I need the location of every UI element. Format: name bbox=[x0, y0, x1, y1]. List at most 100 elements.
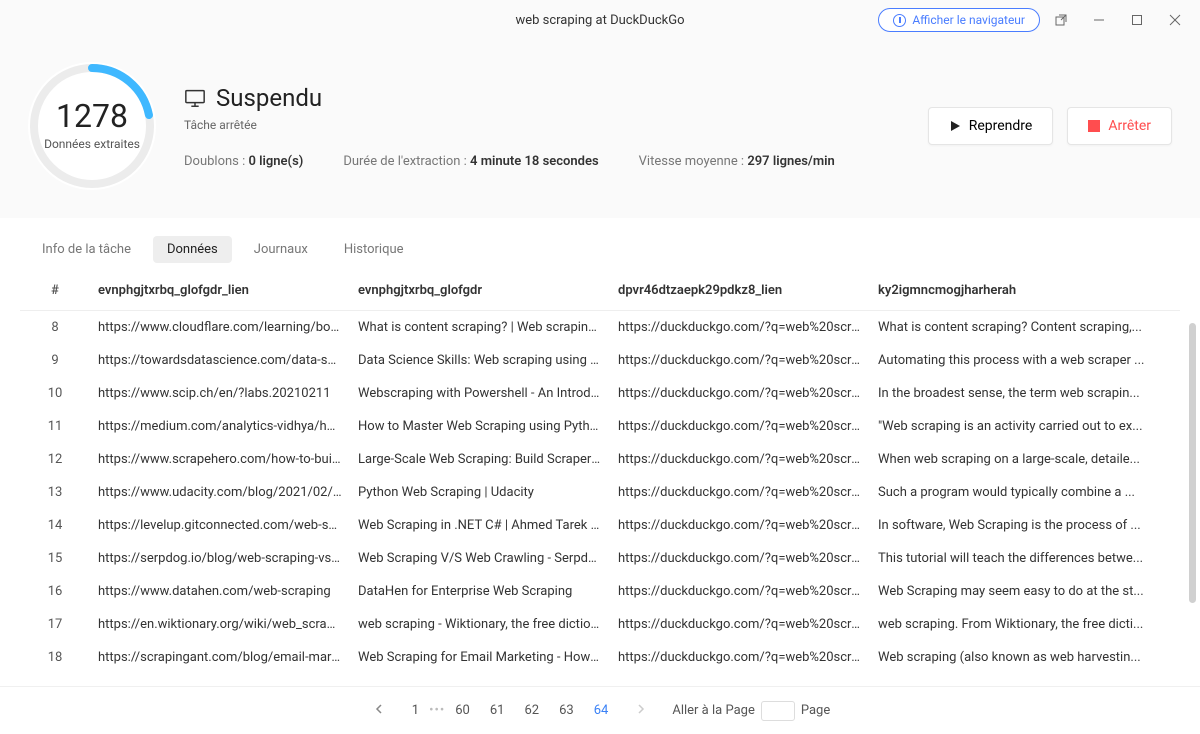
cell-desc: In the broadest sense, the term web scra… bbox=[870, 377, 1180, 410]
popout-button[interactable] bbox=[1044, 0, 1078, 40]
page-62[interactable]: 62 bbox=[520, 701, 543, 720]
col-header-3[interactable]: dpvr46dtzaepk29pdkz8_lien bbox=[610, 273, 870, 311]
cell-index: 14 bbox=[20, 509, 90, 542]
cell-link: https://serpdog.io/blog/web-scraping-vs-… bbox=[90, 542, 350, 575]
titlebar-controls: Afficher le navigateur bbox=[878, 0, 1200, 40]
cell-index: 13 bbox=[20, 476, 90, 509]
table-row[interactable]: 13 https://www.udacity.com/blog/2021/02/… bbox=[20, 476, 1180, 509]
summary-panel: 1278 Données extraites Suspendu Tâche ar… bbox=[0, 40, 1200, 218]
cell-source: https://duckduckgo.com/?q=web%20scrapi..… bbox=[610, 608, 870, 641]
goto-suffix: Page bbox=[801, 703, 830, 718]
cell-index: 9 bbox=[20, 344, 90, 377]
cell-title: Webscraping with Powershell - An Introdu… bbox=[350, 377, 610, 410]
table-row[interactable]: 11 https://medium.com/analytics-vidhya/h… bbox=[20, 410, 1180, 443]
cell-source: https://duckduckgo.com/?q=web%20scrapi..… bbox=[610, 311, 870, 345]
tab-1[interactable]: Données bbox=[153, 236, 232, 263]
play-icon bbox=[949, 120, 961, 132]
cell-desc: When web scraping on a large-scale, deta… bbox=[870, 443, 1180, 476]
window-title: web scraping at DuckDuckGo bbox=[515, 13, 684, 28]
stop-button[interactable]: Arrêter bbox=[1067, 107, 1172, 145]
cell-source: https://duckduckgo.com/?q=web%20scrapi..… bbox=[610, 641, 870, 674]
table-row[interactable]: 8 https://www.cloudflare.com/learning/bo… bbox=[20, 311, 1180, 345]
cell-link: https://medium.com/analytics-vidhya/how-… bbox=[90, 410, 350, 443]
table-row[interactable]: 16 https://www.datahen.com/web-scraping … bbox=[20, 575, 1180, 608]
status-title: Suspendu bbox=[216, 84, 322, 112]
speed-stat: Vitesse moyenne : 297 lignes/min bbox=[639, 154, 835, 169]
table-row[interactable]: 18 https://scrapingant.com/blog/email-ma… bbox=[20, 641, 1180, 674]
cell-link: https://www.cloudflare.com/learning/bots… bbox=[90, 311, 350, 345]
cell-link: https://levelup.gitconnected.com/web-scr… bbox=[90, 509, 350, 542]
cell-link: https://en.wiktionary.org/wiki/web_scrap… bbox=[90, 608, 350, 641]
page-64[interactable]: 64 bbox=[590, 701, 613, 720]
titlebar: web scraping at DuckDuckGo Afficher le n… bbox=[0, 0, 1200, 40]
cell-index: 16 bbox=[20, 575, 90, 608]
cell-desc: Web Scraping may seem easy to do at the … bbox=[870, 575, 1180, 608]
duration-stat: Durée de l'extraction : 4 minute 18 seco… bbox=[343, 154, 598, 169]
pagination: 1 ••• 60 61 62 63 64 Aller à la Page Page bbox=[0, 686, 1200, 734]
tab-0[interactable]: Info de la tâche bbox=[28, 236, 145, 263]
cell-title: Large-Scale Web Scraping: Build Scrapers… bbox=[350, 443, 610, 476]
cell-source: https://duckduckgo.com/?q=web%20scrapi..… bbox=[610, 377, 870, 410]
cell-link: https://scrapingant.com/blog/email-marke… bbox=[90, 641, 350, 674]
goto-page: Aller à la Page Page bbox=[672, 701, 830, 721]
cell-desc: web scraping. From Wiktionary, the free … bbox=[870, 608, 1180, 641]
tab-3[interactable]: Historique bbox=[330, 236, 418, 263]
pager-ellipsis: ••• bbox=[429, 703, 445, 718]
cell-source: https://duckduckgo.com/?q=web%20scrapi..… bbox=[610, 443, 870, 476]
table-header-row: #evnphgjtxrbq_glofgdr_lienevnphgjtxrbq_g… bbox=[20, 273, 1180, 311]
progress-ring bbox=[28, 62, 156, 190]
close-button[interactable] bbox=[1158, 0, 1192, 40]
cell-index: 12 bbox=[20, 443, 90, 476]
cell-title: Python Web Scraping | Udacity bbox=[350, 476, 610, 509]
prev-page-button[interactable] bbox=[370, 699, 388, 722]
col-header-0[interactable]: # bbox=[20, 273, 90, 311]
table-row[interactable]: 17 https://en.wiktionary.org/wiki/web_sc… bbox=[20, 608, 1180, 641]
col-header-4[interactable]: ky2igmncmogjharherah bbox=[870, 273, 1180, 311]
table-row[interactable]: 15 https://serpdog.io/blog/web-scraping-… bbox=[20, 542, 1180, 575]
page-1[interactable]: 1 bbox=[408, 701, 423, 720]
cell-index: 15 bbox=[20, 542, 90, 575]
show-browser-label: Afficher le navigateur bbox=[912, 13, 1025, 27]
cell-source: https://duckduckgo.com/?q=web%20scrapi..… bbox=[610, 344, 870, 377]
page-61[interactable]: 61 bbox=[486, 701, 509, 720]
next-page-button[interactable] bbox=[632, 699, 650, 722]
cell-link: https://www.udacity.com/blog/2021/02/pyt… bbox=[90, 476, 350, 509]
scrollbar-thumb[interactable] bbox=[1189, 323, 1196, 603]
col-header-1[interactable]: evnphgjtxrbq_glofgdr_lien bbox=[90, 273, 350, 311]
page-60[interactable]: 60 bbox=[451, 701, 474, 720]
cell-desc: This tutorial will teach the differences… bbox=[870, 542, 1180, 575]
cell-title: Web Scraping in .NET C# | Ahmed Tarek - … bbox=[350, 509, 610, 542]
cell-source: https://duckduckgo.com/?q=web%20scrapi..… bbox=[610, 476, 870, 509]
maximize-button[interactable] bbox=[1120, 0, 1154, 40]
cell-index: 17 bbox=[20, 608, 90, 641]
goto-input[interactable] bbox=[761, 701, 795, 721]
cell-title: Data Science Skills: Web scraping using … bbox=[350, 344, 610, 377]
cell-desc: "Web scraping is an activity carried out… bbox=[870, 410, 1180, 443]
stats-row: Doublons : 0 ligne(s) Durée de l'extract… bbox=[184, 154, 835, 169]
table-row[interactable]: 12 https://www.scrapehero.com/how-to-bui… bbox=[20, 443, 1180, 476]
cell-index: 11 bbox=[20, 410, 90, 443]
cell-link: https://towardsdatascience.com/data-scie… bbox=[90, 344, 350, 377]
col-header-2[interactable]: evnphgjtxrbq_glofgdr bbox=[350, 273, 610, 311]
goto-label: Aller à la Page bbox=[672, 703, 754, 718]
monitor-icon bbox=[184, 88, 206, 108]
minimize-button[interactable] bbox=[1082, 0, 1116, 40]
cell-title: DataHen for Enterprise Web Scraping bbox=[350, 575, 610, 608]
resume-label: Reprendre bbox=[969, 118, 1033, 134]
show-browser-button[interactable]: Afficher le navigateur bbox=[878, 8, 1040, 32]
table-row[interactable]: 9 https://towardsdatascience.com/data-sc… bbox=[20, 344, 1180, 377]
table-body: 8 https://www.cloudflare.com/learning/bo… bbox=[20, 311, 1180, 675]
cell-link: https://www.scip.ch/en/?labs.20210211 bbox=[90, 377, 350, 410]
table-row[interactable]: 14 https://levelup.gitconnected.com/web-… bbox=[20, 509, 1180, 542]
cell-desc: Web scraping (also known as web harvesti… bbox=[870, 641, 1180, 674]
progress-badge: 1278 Données extraites bbox=[28, 62, 156, 190]
tab-2[interactable]: Journaux bbox=[240, 236, 322, 263]
table-row[interactable]: 10 https://www.scip.ch/en/?labs.20210211… bbox=[20, 377, 1180, 410]
browser-icon bbox=[893, 14, 906, 27]
data-table-wrap: #evnphgjtxrbq_glofgdr_lienevnphgjtxrbq_g… bbox=[0, 273, 1200, 686]
page-63[interactable]: 63 bbox=[555, 701, 578, 720]
cell-title: web scraping - Wiktionary, the free dict… bbox=[350, 608, 610, 641]
cell-desc: Such a program would typically combine a… bbox=[870, 476, 1180, 509]
resume-button[interactable]: Reprendre bbox=[928, 107, 1054, 145]
cell-desc: Automating this process with a web scrap… bbox=[870, 344, 1180, 377]
